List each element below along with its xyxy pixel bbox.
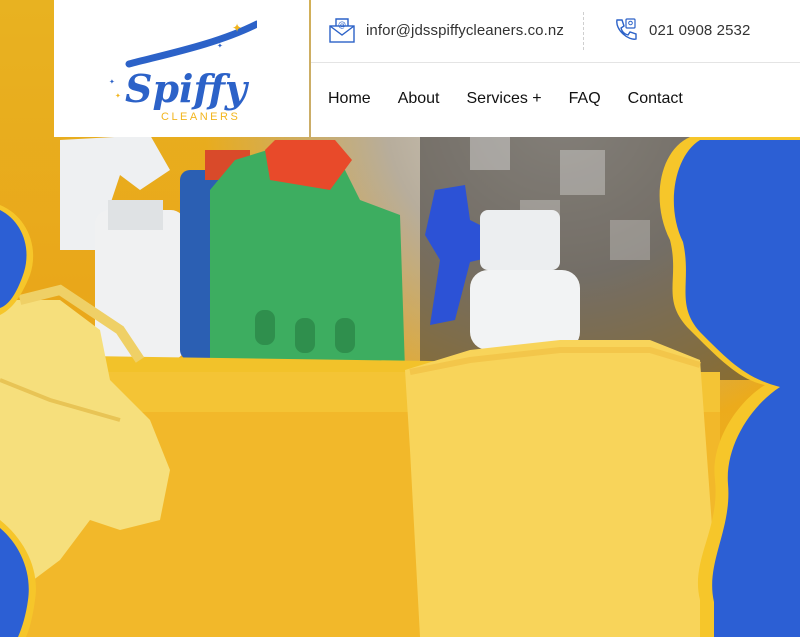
svg-text:✦: ✦ [217, 42, 223, 50]
spiffy-cleaners-logo: ✦ ✦ ✦ ✦ Spiffy CLEANERS [109, 20, 257, 123]
logo-word: Spiffy [125, 66, 250, 111]
email-contact[interactable]: @ infor@jdsspiffycleaners.co.nz [328, 16, 564, 44]
nav-about[interactable]: About [398, 90, 440, 108]
svg-text:✦: ✦ [232, 21, 242, 35]
contact-bar: @ infor@jdsspiffycleaners.co.nz 021 0908… [311, 0, 800, 63]
phone-number[interactable]: 021 0908 2532 [649, 22, 750, 39]
svg-text:@: @ [338, 20, 346, 29]
site-header: @ infor@jdsspiffycleaners.co.nz 021 0908… [311, 0, 800, 137]
phone-contact[interactable]: 021 0908 2532 [611, 16, 750, 44]
nav-services[interactable]: Services + [467, 90, 542, 108]
svg-text:✦: ✦ [115, 92, 121, 100]
email-link[interactable]: infor@jdsspiffycleaners.co.nz [366, 22, 564, 39]
phone-icon [616, 18, 637, 40]
nav-faq[interactable]: FAQ [569, 90, 601, 108]
logo-card[interactable]: ✦ ✦ ✦ ✦ Spiffy CLEANERS [54, 0, 309, 137]
logo-sub: CLEANERS [161, 111, 240, 123]
nav-home[interactable]: Home [328, 90, 371, 108]
nav-contact[interactable]: Contact [628, 90, 683, 108]
contact-divider [583, 12, 584, 50]
envelope-icon: @ [329, 18, 355, 43]
main-nav: Home About Services + FAQ Contact [328, 90, 683, 108]
svg-text:✦: ✦ [109, 78, 115, 86]
